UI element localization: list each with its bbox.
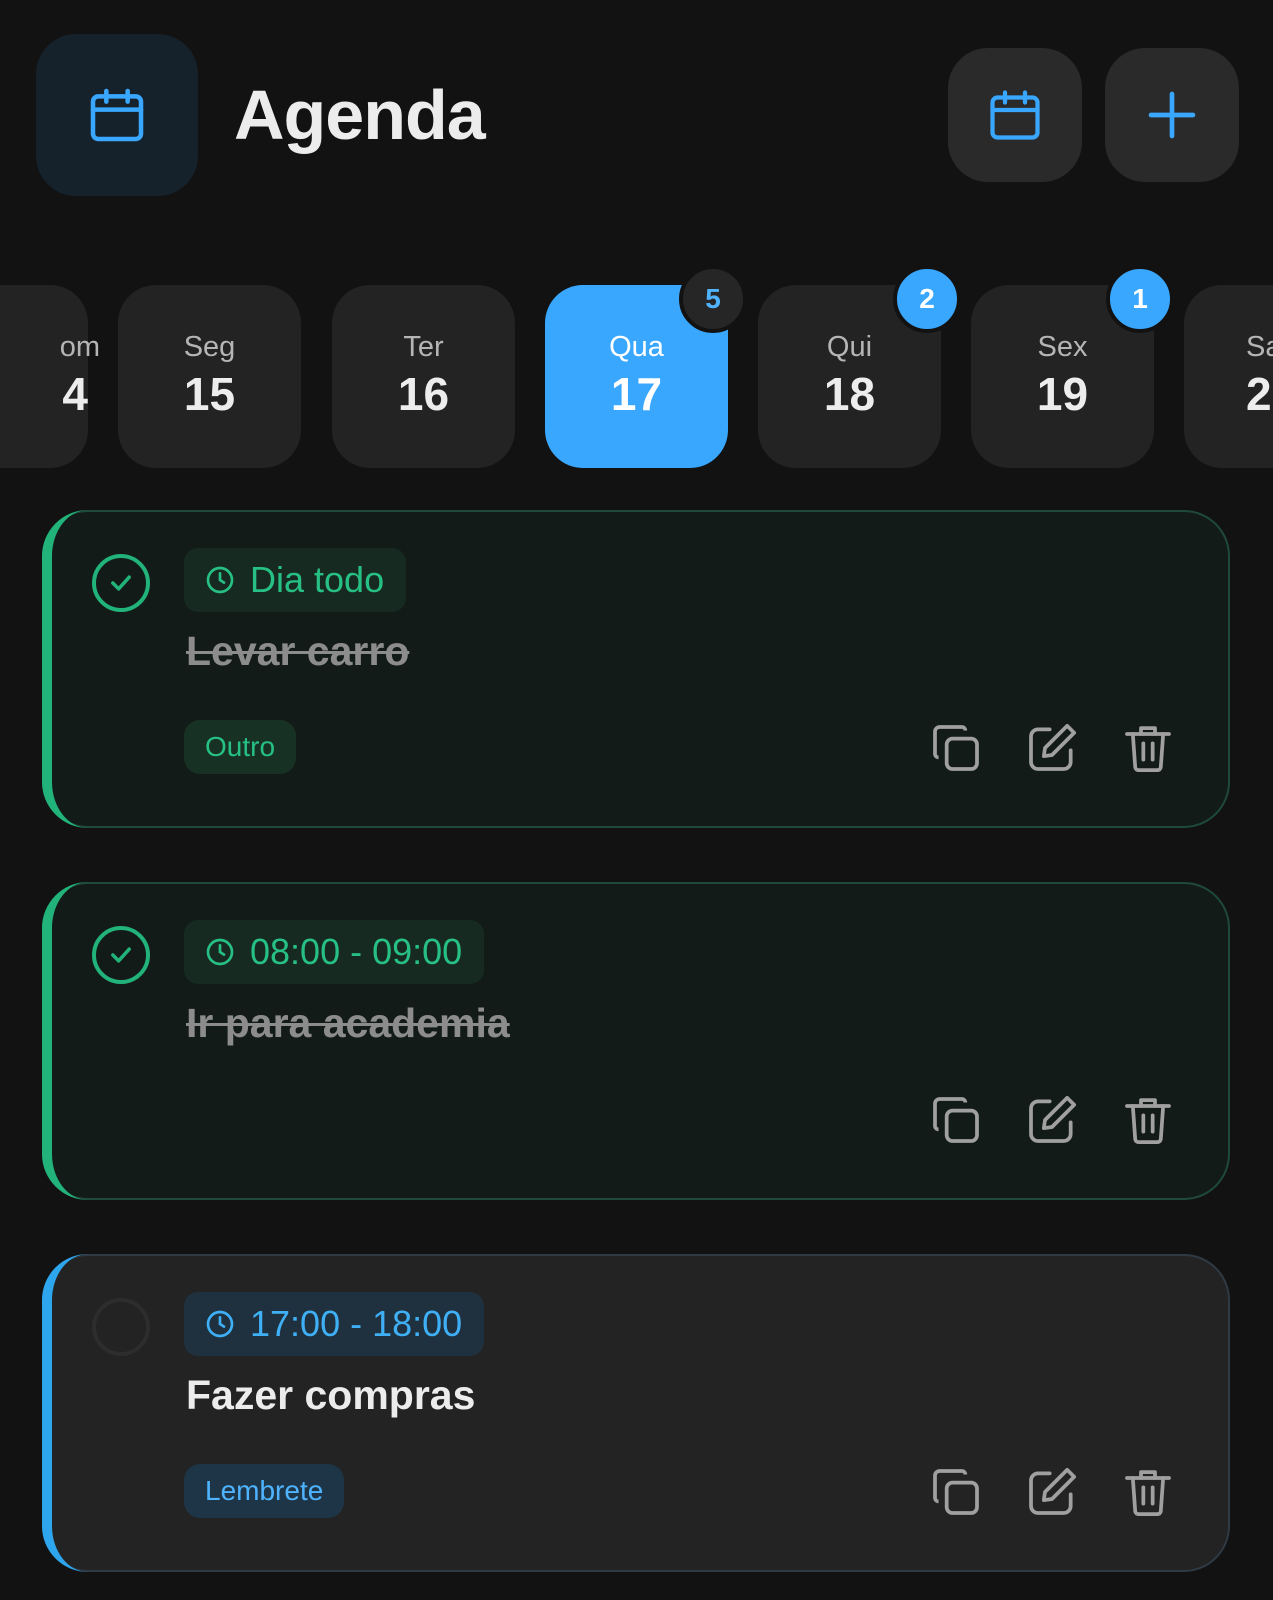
event-category-tag: Lembrete [184,1464,345,1518]
event-time: 08:00 - 09:00 [250,931,463,972]
edit-button[interactable] [1024,720,1080,776]
day-name: om [59,331,100,363]
event-title: Levar carro [186,628,410,674]
day-item[interactable]: Ter 16 [332,285,515,468]
add-event-button[interactable] [1105,48,1239,182]
edit-icon [1029,723,1077,771]
page-title: Agenda [234,76,486,154]
event-title: Fazer compras [186,1372,476,1418]
event-status-stripe [42,882,102,1200]
app-logo [36,34,198,196]
day-name: Seg [183,331,236,363]
event-time: 17:00 - 18:00 [250,1303,463,1344]
event-actions [928,1092,1176,1148]
day-strip: om 4 Seg 15 Ter 16 Qua 17 Qui 18 Sex 19 … [0,285,1273,470]
clock-icon [206,566,234,594]
trash-icon [1125,1470,1171,1517]
edit-button[interactable] [1024,1464,1080,1520]
event-card[interactable]: 08:00 - 09:00 Ir para academia [42,882,1230,1200]
event-time-chip: 08:00 - 09:00 [184,920,485,984]
event-card[interactable]: Dia todo Levar carro Outro [42,510,1230,828]
clock-icon [206,938,234,966]
clock-icon [206,1310,234,1338]
day-item[interactable]: Seg 15 [118,285,301,468]
event-count-badge: 5 [679,265,747,333]
event-actions [928,1464,1176,1520]
day-item[interactable]: om 4 [0,285,100,468]
trash-icon [1125,1098,1171,1145]
copy-icon [933,1097,979,1143]
event-title: Ir para academia [186,1000,510,1046]
day-name: Qua [609,331,664,363]
day-number: 16 [397,368,450,420]
delete-button[interactable] [1120,720,1176,776]
day-name: Sex [1037,331,1088,363]
calendar-button[interactable] [948,48,1082,182]
day-number: 17 [610,368,663,420]
day-name: Ter [403,331,444,363]
event-status-stripe [42,1254,102,1572]
day-name: Qui [826,331,873,363]
event-actions [928,720,1176,776]
copy-icon [933,725,979,771]
check-icon [111,947,131,963]
event-status-stripe [42,510,102,828]
trash-icon [1125,726,1171,773]
copy-icon [933,1469,979,1515]
event-category-tag: Outro [184,720,297,774]
event-time-chip: Dia todo [184,548,407,612]
complete-checkbox[interactable] [92,554,150,612]
complete-checkbox[interactable] [92,1298,150,1356]
delete-button[interactable] [1120,1464,1176,1520]
complete-checkbox[interactable] [92,926,150,984]
day-item[interactable]: Sa 2 [1184,285,1273,468]
event-time: Dia todo [250,559,385,600]
copy-button[interactable] [928,1092,984,1148]
calendar-icon [90,88,144,142]
edit-button[interactable] [1024,1092,1080,1148]
event-time-chip: 17:00 - 18:00 [184,1292,485,1356]
day-name: Sa [1246,331,1273,363]
plus-icon [1148,91,1196,139]
day-number: 2 [1246,368,1272,420]
check-icon [111,575,131,591]
calendar-icon [990,90,1040,140]
event-count-badge: 2 [893,265,961,333]
day-number: 15 [183,368,236,420]
delete-button[interactable] [1120,1092,1176,1148]
edit-icon [1029,1095,1077,1143]
header: Agenda [0,0,1273,230]
day-number: 4 [62,368,88,420]
edit-icon [1029,1467,1077,1515]
copy-button[interactable] [928,1464,984,1520]
day-number: 19 [1036,368,1089,420]
copy-button[interactable] [928,720,984,776]
event-count-badge: 1 [1106,265,1174,333]
event-card[interactable]: 17:00 - 18:00 Fazer compras Lembrete [42,1254,1230,1572]
day-number: 18 [823,368,876,420]
